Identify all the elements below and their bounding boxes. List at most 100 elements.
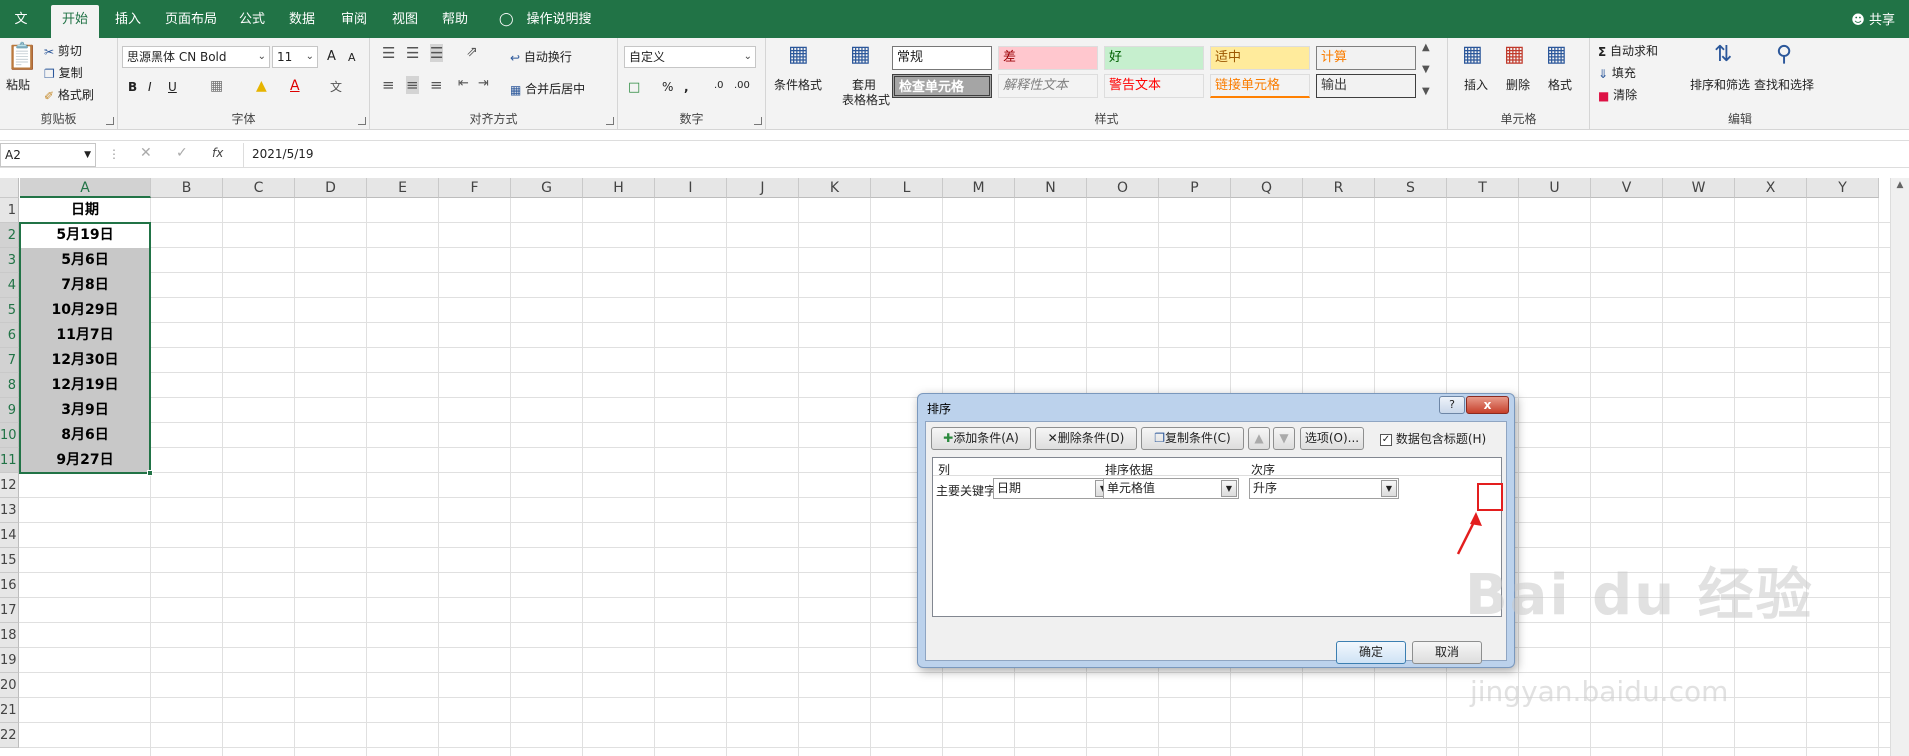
row-header-21[interactable]: 21: [0, 698, 19, 723]
font-color-icon[interactable]: A: [290, 78, 300, 94]
row-header-17[interactable]: 17: [0, 598, 19, 623]
column-header-T[interactable]: T: [1447, 178, 1519, 198]
row-header-6[interactable]: 6: [0, 323, 19, 348]
delete-cells-button[interactable]: 删除: [1506, 76, 1530, 93]
delete-cells-icon[interactable]: ▦: [1504, 42, 1525, 67]
tab-help[interactable]: 帮助: [437, 5, 473, 38]
column-header-G[interactable]: G: [511, 178, 583, 198]
header-cell[interactable]: 日期: [20, 198, 150, 223]
row-header-7[interactable]: 7: [0, 348, 19, 373]
find-select-button[interactable]: 查找和选择: [1754, 76, 1814, 93]
increase-decimal-icon[interactable]: .0: [714, 80, 724, 91]
fill-color-icon[interactable]: ▲: [256, 78, 267, 94]
format-table-button-line2[interactable]: 表格格式: [842, 91, 890, 108]
delete-condition-button[interactable]: ✕删除条件(D): [1035, 427, 1137, 450]
font-size-combo[interactable]: 11 ⌄: [272, 46, 318, 68]
date-cell[interactable]: 10月29日: [20, 298, 150, 323]
cut-button[interactable]: ✂ 剪切: [44, 42, 82, 59]
insert-cells-icon[interactable]: ▦: [1462, 42, 1483, 67]
underline-button[interactable]: U: [168, 80, 177, 94]
row-header-1[interactable]: 1: [0, 198, 19, 223]
align-left-icon[interactable]: ≡: [382, 76, 395, 94]
order-dropdown-arrow-icon[interactable]: ▼: [1381, 480, 1397, 497]
row-header-2[interactable]: 2: [0, 223, 19, 248]
date-cell[interactable]: 5月19日: [20, 223, 150, 248]
conditional-format-icon[interactable]: ▦: [788, 42, 809, 67]
number-launcher[interactable]: [754, 117, 762, 125]
tab-data[interactable]: 数据: [284, 5, 320, 38]
select-all-corner[interactable]: [0, 178, 19, 198]
cancel-button[interactable]: 取消: [1412, 641, 1482, 664]
align-bottom-icon[interactable]: ☰: [430, 44, 444, 62]
percent-button[interactable]: %: [662, 80, 673, 94]
column-header-Y[interactable]: Y: [1807, 178, 1879, 198]
clipboard-launcher[interactable]: [106, 117, 114, 125]
autosum-button[interactable]: Σ 自动求和: [1598, 42, 1658, 59]
column-header-E[interactable]: E: [367, 178, 439, 198]
column-header-J[interactable]: J: [727, 178, 799, 198]
comma-button[interactable]: ,: [684, 80, 689, 94]
date-cell[interactable]: 3月9日: [20, 398, 150, 423]
sort-filter-button[interactable]: 排序和筛选: [1690, 76, 1750, 93]
column-header-S[interactable]: S: [1375, 178, 1447, 198]
column-header-L[interactable]: L: [871, 178, 943, 198]
copy-button[interactable]: ❐ 复制: [44, 64, 83, 81]
number-format-combo[interactable]: 自定义 ⌄: [624, 46, 756, 68]
row-header-8[interactable]: 8: [0, 373, 19, 398]
paste-icon[interactable]: 📋: [6, 42, 38, 72]
tab-formulas[interactable]: 公式: [234, 5, 270, 38]
alignment-launcher[interactable]: [606, 117, 614, 125]
formula-input[interactable]: 2021/5/19: [243, 143, 1903, 167]
styles-more-icon[interactable]: ▼: [1422, 86, 1430, 97]
row-header-16[interactable]: 16: [0, 573, 19, 598]
shrink-font-button[interactable]: A: [348, 51, 356, 64]
vertical-scrollbar[interactable]: ▲: [1890, 178, 1909, 756]
column-header-D[interactable]: D: [295, 178, 367, 198]
dropdown-arrow-icon[interactable]: ▼: [1221, 480, 1237, 497]
row-header-4[interactable]: 4: [0, 273, 19, 298]
style-bad[interactable]: 差: [998, 46, 1098, 70]
column-header-H[interactable]: H: [583, 178, 655, 198]
enter-icon[interactable]: ✓: [176, 145, 188, 161]
column-header-K[interactable]: K: [799, 178, 871, 198]
has-header-checkbox[interactable]: ✓ 数据包含标题(H): [1380, 430, 1486, 447]
styles-scroll-down-icon[interactable]: ▼: [1422, 64, 1430, 75]
column-header-M[interactable]: M: [943, 178, 1015, 198]
bold-button[interactable]: B: [128, 80, 137, 94]
column-header-V[interactable]: V: [1591, 178, 1663, 198]
format-cells-button[interactable]: 格式: [1548, 76, 1572, 93]
row-header-10[interactable]: 10: [0, 423, 19, 448]
date-cell[interactable]: 5月6日: [20, 248, 150, 273]
tab-insert[interactable]: 插入: [110, 5, 146, 38]
decrease-indent-icon[interactable]: ⇤: [458, 76, 469, 91]
style-good[interactable]: 好: [1104, 46, 1204, 70]
align-top-icon[interactable]: ☰: [382, 44, 395, 62]
styles-scroll-up-icon[interactable]: ▲: [1422, 42, 1430, 53]
tab-page-layout[interactable]: 页面布局: [160, 5, 222, 38]
grow-font-button[interactable]: A: [327, 49, 336, 64]
row-header-3[interactable]: 3: [0, 248, 19, 273]
tab-review[interactable]: 审阅: [336, 5, 372, 38]
row-header-18[interactable]: 18: [0, 623, 19, 648]
scroll-up-icon[interactable]: ▲: [1891, 180, 1909, 190]
row-header-12[interactable]: 12: [0, 473, 19, 498]
date-cell[interactable]: 11月7日: [20, 323, 150, 348]
row-header-19[interactable]: 19: [0, 648, 19, 673]
options-button[interactable]: 选项(O)...: [1300, 427, 1364, 450]
column-header-A[interactable]: A: [20, 178, 151, 198]
row-header-5[interactable]: 5: [0, 298, 19, 323]
tab-file[interactable]: 文件: [6, 5, 36, 57]
style-neutral[interactable]: 适中: [1210, 46, 1310, 70]
date-cell[interactable]: 12月19日: [20, 373, 150, 398]
column-header-B[interactable]: B: [151, 178, 223, 198]
decrease-decimal-icon[interactable]: .00: [734, 80, 750, 91]
tell-me-search[interactable]: 操作说明搜索: [518, 5, 600, 57]
insert-function-button[interactable]: fx: [212, 146, 223, 160]
add-condition-button[interactable]: ✚添加条件(A): [931, 427, 1031, 450]
date-cell[interactable]: 7月8日: [20, 273, 150, 298]
align-right-icon[interactable]: ≡: [430, 76, 443, 94]
row-header-22[interactable]: 22: [0, 723, 19, 748]
column-header-Q[interactable]: Q: [1231, 178, 1303, 198]
style-check-cell[interactable]: 检查单元格: [892, 74, 992, 98]
merge-center-button[interactable]: ▦ 合并后居中: [510, 80, 585, 97]
